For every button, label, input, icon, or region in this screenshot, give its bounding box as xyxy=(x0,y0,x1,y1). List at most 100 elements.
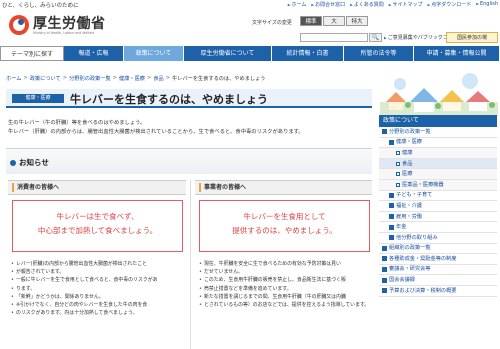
sidebar-item[interactable]: 審議会・研究会等 xyxy=(379,265,497,276)
breadcrumb-current: 牛レバーを生食するのは、やめましょう xyxy=(172,76,266,82)
business-heading: 事業者の皆様へ xyxy=(195,180,372,195)
breadcrumb-policy-list[interactable]: 分野別の政策一覧 xyxy=(69,75,111,82)
list-item: このため、生食用牛肝臓の販売を禁止し、食品衛生法に基づく販 xyxy=(199,276,371,284)
gnav-statistics[interactable]: 統計情報・白書 xyxy=(272,46,344,61)
sidebar-item-label: 組織別の政策一覧 xyxy=(389,245,431,252)
sidebar-item[interactable]: 子ども・子育て xyxy=(379,191,497,202)
list-item: 新たな措置を講じるまでの間、生食用牛肝臓（牛の肝臓又は内臓 xyxy=(199,293,371,301)
breadcrumb-health[interactable]: 健康・医療 xyxy=(119,75,145,82)
square-bullet-icon xyxy=(389,224,394,230)
square-bullet-icon xyxy=(396,150,400,155)
sidebar-heading[interactable]: 政策について xyxy=(379,115,497,127)
sidebar-item-label: 雇用・労働 xyxy=(396,213,422,220)
heading-marker-icon xyxy=(199,183,201,192)
list-item: ※引かけでなく、自分どの肉やレバーを生食した牛の肉を食 xyxy=(11,301,186,309)
util-link-faq[interactable]: よくある質問 xyxy=(350,1,384,8)
sidebar-item-label: 予算および決算・税制の概要 xyxy=(389,287,457,294)
breadcrumb-food[interactable]: 食品 xyxy=(153,75,163,82)
square-bullet-icon xyxy=(382,267,387,273)
square-bullet-icon xyxy=(382,245,387,251)
search-icon: 🔍 xyxy=(371,34,380,41)
list-item: のリスクがあります。内は十分加熱して食べましょう。 xyxy=(11,309,186,317)
breadcrumb-home[interactable]: ホーム xyxy=(6,75,21,82)
font-size-xlarge-button[interactable]: 特大 xyxy=(346,16,368,26)
sidebar-item-label: 医療 xyxy=(402,171,413,178)
sidebar-item[interactable]: 健康 xyxy=(379,148,497,159)
utility-links: ホーム お問合せ窓口 よくある質問 サイトマップ 点字ダウンロード Englis… xyxy=(288,1,499,8)
search-button[interactable]: 🔍 xyxy=(369,33,382,42)
sidebar-item[interactable]: 医薬品・医療機器 xyxy=(379,179,497,191)
ministry-logo-icon[interactable] xyxy=(8,14,30,36)
notice-heading: お知らせ xyxy=(10,157,49,168)
sidebar-item-label: 国会会議録 xyxy=(389,277,415,284)
sidebar-item[interactable]: 分野別の政策一覧 xyxy=(379,127,497,138)
sidebar-nav: 分野別の政策一覧 健康・医療 健康 食品 医療医薬品・医療機器子ども・子育て福祉・介護雇… xyxy=(379,127,497,297)
intro-text-2: 牛レバー（肝臓）の内部からは、腸管出血性大腸菌が検出されていることから、生で食べ… xyxy=(8,129,304,135)
square-bullet-icon xyxy=(389,214,394,220)
util-link-sitemap[interactable]: サイトマップ xyxy=(389,1,423,8)
global-nav: テーマ別に探す 報道・広報 政策について 厚生労働省について 統計情報・白書 所… xyxy=(0,46,500,61)
sidebar-item[interactable]: 国会会議録 xyxy=(379,275,497,286)
consumer-alert-box: 牛レバーは生で食べず、 中心部まで加熱して食べましょう。 xyxy=(12,200,183,252)
sidebar-item[interactable]: 年金 xyxy=(379,222,497,233)
list-item: ります。 xyxy=(11,285,186,293)
gnav-laws[interactable]: 所管の法令等 xyxy=(344,46,414,61)
breadcrumb-policy[interactable]: 政策について xyxy=(30,75,61,82)
list-item: 売禁止措置などを準備を進めています。 xyxy=(199,285,371,293)
category-badge: 健康・医療 xyxy=(12,94,64,103)
business-alert-line-1: 牛レバーを生食用として xyxy=(243,212,326,221)
square-bullet-icon xyxy=(396,161,400,166)
sidebar-item[interactable]: 組織別の政策一覧 xyxy=(379,244,497,255)
gnav-press[interactable]: 報道・広報 xyxy=(64,46,124,61)
national-participation-button[interactable]: 国民参加の場 xyxy=(446,32,498,43)
breadcrumb: ホーム > 政策について > 分野別の政策一覧 > 健康・医療 > 食品 > 牛レバーを生… xyxy=(6,75,266,82)
gnav-applications[interactable]: 申請・募集・情報公開 xyxy=(414,46,500,61)
gnav-policy[interactable]: 政策について xyxy=(124,46,184,61)
sidebar-item[interactable]: 他分野の取り組み xyxy=(379,233,497,244)
sidebar-item[interactable]: 各種助成金・奨励金等の制度 xyxy=(379,254,497,265)
notice-section-bar xyxy=(6,148,372,174)
business-alert-box: 牛レバーを生食用として 提供するのは、やめましょう。 xyxy=(199,200,370,252)
square-bullet-icon xyxy=(389,139,394,145)
list-item: 一般に牛レバーを生で食用として食べると、食中毒のリスクがあ xyxy=(11,276,186,284)
intro-text-1: 生の牛レバー（牛の肝臓）等を食べるのはやめましょう。 xyxy=(8,120,146,126)
consumer-alert-line-2: 中心部まで加熱して食べましょう。 xyxy=(37,226,158,235)
page-title: 牛レバーを生食するのは、やめましょう xyxy=(70,93,268,106)
sidebar-item-label: 子ども・子育て xyxy=(396,192,433,199)
ministry-title[interactable]: 厚生労働省 xyxy=(33,13,106,33)
font-size-standard-button[interactable]: 標準 xyxy=(300,16,322,26)
sidebar-item[interactable]: 福祉・介護 xyxy=(379,201,497,212)
util-link-braille[interactable]: 点字ダウンロード xyxy=(428,1,471,8)
houses-illustration-icon xyxy=(380,73,498,116)
sidebar-item-label: 年金 xyxy=(396,224,407,231)
sidebar-item[interactable]: 医療 xyxy=(379,169,497,180)
gnav-theme[interactable]: テーマ別に探す xyxy=(0,46,64,61)
square-bullet-icon xyxy=(396,172,400,177)
list-item: 現在、牛肝臓を安全に生で食べるための有効な予防対策は見い xyxy=(199,260,371,268)
list-item: だせていません。 xyxy=(199,268,371,276)
square-bullet-icon xyxy=(382,256,387,262)
square-bullet-icon xyxy=(389,235,394,241)
business-bullet-list: 現在、牛肝臓を安全に生で食べるための有効な予防対策は見い だせていません。 この… xyxy=(199,260,371,309)
sidebar-item-label: 他分野の取り組み xyxy=(396,234,438,241)
sidebar-item-label: 医薬品・医療機器 xyxy=(402,181,444,188)
square-bullet-icon xyxy=(389,192,394,198)
gnav-about[interactable]: 厚生労働省について xyxy=(184,46,272,61)
util-link-contact[interactable]: お問合せ窓口 xyxy=(311,1,345,8)
util-link-english[interactable]: English xyxy=(476,1,498,8)
square-bullet-icon xyxy=(382,277,387,283)
consumer-heading-text: 消費者の皆様へ xyxy=(17,183,60,191)
sidebar-item[interactable]: 食品 xyxy=(379,158,497,170)
list-item: レバー(肝臓)の内部から腸管出血性大腸菌が検出されたこと xyxy=(11,260,186,268)
consumer-alert-line-1: 牛レバーは生で食べず、 xyxy=(56,212,139,221)
sidebar-item-label: 各種助成金・奨励金等の制度 xyxy=(389,255,457,262)
column-divider xyxy=(190,180,191,349)
ministry-subtitle: Ministry of Health, Labour and Welfare xyxy=(33,31,95,35)
font-size-large-button[interactable]: 大 xyxy=(323,16,345,26)
sidebar-item[interactable]: 健康・医療 xyxy=(379,138,497,149)
sidebar-item[interactable]: 予算および決算・税制の概要 xyxy=(379,286,497,297)
search-input[interactable] xyxy=(300,33,368,42)
sidebar-item[interactable]: 雇用・労働 xyxy=(379,212,497,223)
consumer-bullet-list: レバー(肝臓)の内部から腸管出血性大腸菌が検出されたこと が報告されています。 … xyxy=(11,260,186,318)
util-link-home[interactable]: ホーム xyxy=(288,1,307,8)
